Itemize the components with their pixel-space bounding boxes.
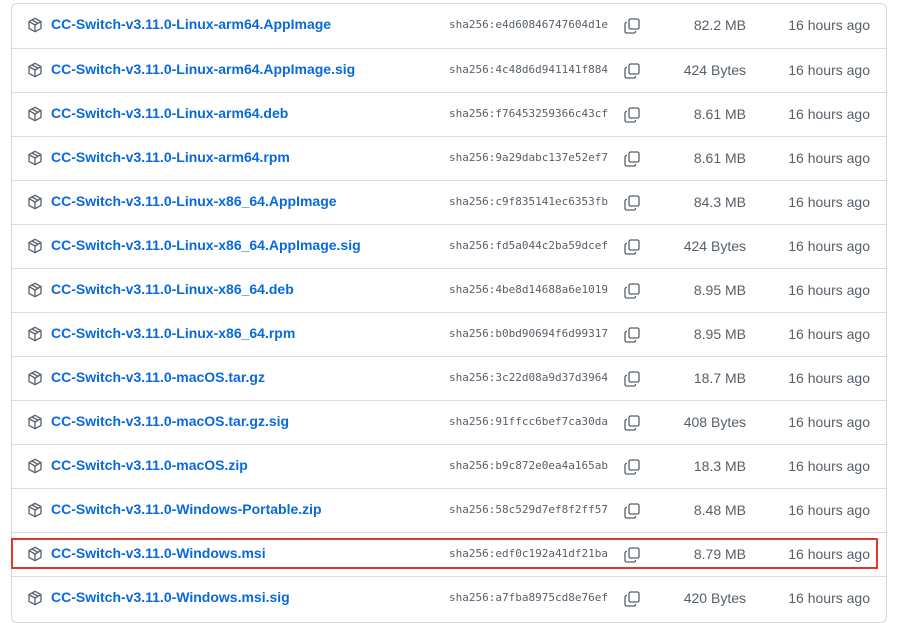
asset-size: 8.48 MB bbox=[693, 502, 746, 518]
asset-sha256: sha256:c9f835141ec6353fb bbox=[449, 195, 608, 208]
package-icon bbox=[27, 326, 43, 342]
asset-updated-time: 16 hours ago bbox=[788, 17, 870, 33]
asset-download-link[interactable]: CC-Switch-v3.11.0-Linux-x86_64.AppImage bbox=[51, 193, 337, 209]
package-icon bbox=[27, 238, 43, 254]
package-icon bbox=[27, 62, 43, 78]
copy-icon[interactable] bbox=[623, 458, 641, 476]
copy-icon[interactable] bbox=[623, 150, 641, 168]
asset-size: 82.2 MB bbox=[693, 17, 746, 33]
asset-download-link[interactable]: CC-Switch-v3.11.0-macOS.zip bbox=[51, 457, 248, 473]
asset-size: 8.61 MB bbox=[693, 106, 746, 122]
asset-updated-time: 16 hours ago bbox=[788, 282, 870, 298]
package-icon bbox=[27, 150, 43, 166]
asset-sha256: sha256:9a29dabc137e52ef7 bbox=[449, 151, 608, 164]
asset-updated-time: 16 hours ago bbox=[788, 502, 870, 518]
asset-size: 8.61 MB bbox=[693, 150, 746, 166]
asset-sha256: sha256:edf0c192a41df21ba bbox=[449, 547, 608, 560]
asset-updated-time: 16 hours ago bbox=[788, 370, 870, 386]
asset-updated-time: 16 hours ago bbox=[788, 546, 870, 562]
asset-row: CC-Switch-v3.11.0-Linux-arm64.rpm sha256… bbox=[12, 136, 886, 180]
package-icon bbox=[27, 458, 43, 474]
asset-size: 420 Bytes bbox=[683, 590, 746, 606]
copy-icon[interactable] bbox=[623, 414, 641, 432]
asset-download-link[interactable]: CC-Switch-v3.11.0-Linux-arm64.AppImage.s… bbox=[51, 61, 355, 77]
asset-sha256: sha256:b9c872e0ea4a165ab bbox=[449, 459, 608, 472]
package-icon bbox=[27, 502, 43, 518]
package-icon bbox=[27, 17, 43, 33]
asset-row: CC-Switch-v3.11.0-Linux-arm64.AppImage.s… bbox=[12, 48, 886, 92]
asset-download-link[interactable]: CC-Switch-v3.11.0-Linux-arm64.rpm bbox=[51, 149, 290, 165]
asset-row: CC-Switch-v3.11.0-Linux-arm64.AppImage s… bbox=[12, 4, 886, 48]
copy-icon[interactable] bbox=[623, 106, 641, 124]
asset-download-link[interactable]: CC-Switch-v3.11.0-Linux-arm64.AppImage bbox=[51, 16, 331, 32]
package-icon bbox=[27, 414, 43, 430]
asset-row: CC-Switch-v3.11.0-Linux-arm64.deb sha256… bbox=[12, 92, 886, 136]
copy-icon[interactable] bbox=[623, 590, 641, 608]
asset-updated-time: 16 hours ago bbox=[788, 326, 870, 342]
copy-icon[interactable] bbox=[623, 194, 641, 212]
asset-size: 84.3 MB bbox=[693, 194, 746, 210]
asset-size: 8.95 MB bbox=[693, 326, 746, 342]
asset-size: 18.7 MB bbox=[693, 370, 746, 386]
asset-updated-time: 16 hours ago bbox=[788, 238, 870, 254]
asset-sha256: sha256:fd5a044c2ba59dcef bbox=[449, 239, 608, 252]
copy-icon[interactable] bbox=[623, 62, 641, 80]
asset-sha256: sha256:4be8d14688a6e1019 bbox=[449, 283, 608, 296]
asset-download-link[interactable]: CC-Switch-v3.11.0-macOS.tar.gz bbox=[51, 369, 265, 385]
asset-row: CC-Switch-v3.11.0-macOS.zip sha256:b9c87… bbox=[12, 444, 886, 488]
asset-download-link[interactable]: CC-Switch-v3.11.0-Windows.msi.sig bbox=[51, 589, 290, 605]
asset-download-link[interactable]: CC-Switch-v3.11.0-Linux-x86_64.AppImage.… bbox=[51, 237, 361, 253]
asset-updated-time: 16 hours ago bbox=[788, 458, 870, 474]
asset-download-link[interactable]: CC-Switch-v3.11.0-Linux-x86_64.deb bbox=[51, 281, 294, 297]
release-assets-list: CC-Switch-v3.11.0-Linux-arm64.AppImage s… bbox=[11, 3, 887, 623]
copy-icon[interactable] bbox=[623, 238, 641, 256]
asset-download-link[interactable]: CC-Switch-v3.11.0-Linux-arm64.deb bbox=[51, 105, 288, 121]
asset-updated-time: 16 hours ago bbox=[788, 106, 870, 122]
asset-updated-time: 16 hours ago bbox=[788, 150, 870, 166]
asset-row: CC-Switch-v3.11.0-Linux-x86_64.AppImage.… bbox=[12, 224, 886, 268]
package-icon bbox=[27, 106, 43, 122]
asset-size: 424 Bytes bbox=[683, 238, 746, 254]
asset-download-link[interactable]: CC-Switch-v3.11.0-Linux-x86_64.rpm bbox=[51, 325, 295, 341]
asset-size: 424 Bytes bbox=[683, 62, 746, 78]
copy-icon[interactable] bbox=[623, 502, 641, 520]
asset-updated-time: 16 hours ago bbox=[788, 414, 870, 430]
asset-size: 8.79 MB bbox=[693, 546, 746, 562]
asset-row: CC-Switch-v3.11.0-macOS.tar.gz sha256:3c… bbox=[12, 356, 886, 400]
asset-sha256: sha256:3c22d08a9d37d3964 bbox=[449, 371, 608, 384]
package-icon bbox=[27, 590, 43, 606]
asset-sha256: sha256:f76453259366c43cf bbox=[449, 107, 608, 120]
package-icon bbox=[27, 370, 43, 386]
asset-row: CC-Switch-v3.11.0-Windows-Portable.zip s… bbox=[12, 488, 886, 532]
asset-sha256: sha256:b0bd90694f6d99317 bbox=[449, 327, 608, 340]
asset-row: CC-Switch-v3.11.0-Linux-x86_64.AppImage … bbox=[12, 180, 886, 224]
package-icon bbox=[27, 546, 43, 562]
asset-sha256: sha256:e4d60846747604d1e bbox=[449, 18, 608, 31]
copy-icon[interactable] bbox=[623, 17, 641, 35]
asset-updated-time: 16 hours ago bbox=[788, 590, 870, 606]
asset-row: CC-Switch-v3.11.0-Linux-x86_64.rpm sha25… bbox=[12, 312, 886, 356]
asset-size: 18.3 MB bbox=[693, 458, 746, 474]
asset-size: 408 Bytes bbox=[683, 414, 746, 430]
copy-icon[interactable] bbox=[623, 546, 641, 564]
copy-icon[interactable] bbox=[623, 282, 641, 300]
asset-row: CC-Switch-v3.11.0-Windows.msi sha256:edf… bbox=[12, 532, 886, 576]
asset-sha256: sha256:91ffcc6bef7ca30da bbox=[449, 415, 608, 428]
asset-download-link[interactable]: CC-Switch-v3.11.0-Windows-Portable.zip bbox=[51, 501, 322, 517]
asset-sha256: sha256:58c529d7ef8f2ff57 bbox=[449, 503, 608, 516]
asset-row: CC-Switch-v3.11.0-Windows.msi.sig sha256… bbox=[12, 576, 886, 620]
package-icon bbox=[27, 194, 43, 210]
copy-icon[interactable] bbox=[623, 370, 641, 388]
asset-sha256: sha256:4c48d6d941141f884 bbox=[449, 63, 608, 76]
asset-row: CC-Switch-v3.11.0-Linux-x86_64.deb sha25… bbox=[12, 268, 886, 312]
asset-row: CC-Switch-v3.11.0-macOS.tar.gz.sig sha25… bbox=[12, 400, 886, 444]
copy-icon[interactable] bbox=[623, 326, 641, 344]
asset-download-link[interactable]: CC-Switch-v3.11.0-macOS.tar.gz.sig bbox=[51, 413, 289, 429]
asset-download-link[interactable]: CC-Switch-v3.11.0-Windows.msi bbox=[51, 545, 266, 561]
asset-updated-time: 16 hours ago bbox=[788, 194, 870, 210]
asset-sha256: sha256:a7fba8975cd8e76ef bbox=[449, 591, 608, 604]
package-icon bbox=[27, 282, 43, 298]
asset-size: 8.95 MB bbox=[693, 282, 746, 298]
asset-updated-time: 16 hours ago bbox=[788, 62, 870, 78]
